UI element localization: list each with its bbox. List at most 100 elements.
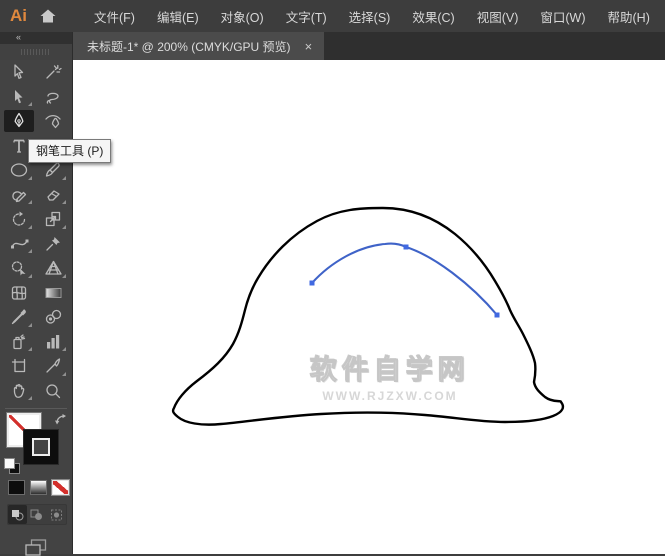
bar-chart-icon	[47, 334, 60, 349]
workspace-switcher[interactable]	[661, 8, 665, 24]
ellipse-icon	[10, 163, 28, 177]
document-tab-bar: 未标题-1* @ 200% (CMYK/GPU 预览) ×	[73, 32, 665, 60]
collapse-arrows-icon: «	[16, 32, 23, 42]
eraser-tool[interactable]	[36, 183, 70, 208]
tab-close-icon[interactable]: ×	[305, 40, 313, 53]
shape-builder-icon	[11, 261, 25, 276]
puppet-warp-tool[interactable]	[36, 232, 70, 257]
draw-behind-icon	[30, 509, 43, 520]
magnifier-icon	[46, 384, 61, 398]
gradient-tool[interactable]	[36, 281, 70, 306]
symbol-sprayer-tool[interactable]	[2, 330, 36, 355]
drawing-mode-buttons	[7, 504, 67, 525]
panel-collapse-button[interactable]: «	[0, 32, 72, 44]
paintbrush-icon	[45, 162, 60, 177]
hand-tool[interactable]	[2, 379, 36, 404]
magic-wand-tool[interactable]	[36, 60, 70, 85]
anchor-point-left[interactable]	[309, 280, 315, 286]
fill-stroke-group	[0, 412, 72, 476]
helmet-outline-path[interactable]	[171, 206, 565, 426]
menu-edit[interactable]: 编辑(E)	[146, 1, 210, 32]
menu-type[interactable]: 文字(T)	[275, 1, 338, 32]
curvature-tool[interactable]	[36, 109, 70, 134]
lasso-icon	[46, 92, 59, 104]
work-area: 未标题-1* @ 200% (CMYK/GPU 预览) × 软件自学网 WWW.…	[73, 32, 665, 554]
menu-bar: Ai 文件(F) 编辑(E) 对象(O) 文字(T) 选择(S) 效果(C) 视…	[0, 0, 665, 32]
pen-tool[interactable]	[2, 109, 36, 134]
scale-icon	[45, 212, 61, 227]
anchor-point-right[interactable]	[494, 312, 500, 318]
lasso-tool[interactable]	[36, 85, 70, 110]
slice-tool[interactable]	[36, 354, 70, 379]
document-tab-title: 未标题-1* @ 200% (CMYK/GPU 预览)	[87, 39, 291, 54]
symbol-sprayer-icon	[13, 334, 26, 349]
menu-object[interactable]: 对象(O)	[210, 1, 275, 32]
menu-file[interactable]: 文件(F)	[83, 1, 146, 32]
default-fill-stroke-icon[interactable]	[4, 458, 20, 474]
home-button[interactable]	[39, 6, 57, 26]
stroke-swatch-hole	[32, 438, 50, 456]
menu-items: 文件(F) 编辑(E) 对象(O) 文字(T) 选择(S) 效果(C) 视图(V…	[83, 1, 661, 32]
anchor-point-top[interactable]	[403, 244, 409, 250]
eyedropper-tool[interactable]	[2, 305, 36, 330]
rotate-icon	[12, 211, 26, 226]
curvature-pen-icon	[44, 115, 61, 129]
eyedropper-icon	[11, 309, 26, 325]
pen-icon	[14, 113, 24, 128]
draw-behind-mode[interactable]	[27, 505, 46, 524]
draw-normal-mode[interactable]	[8, 505, 28, 524]
pencil-tool[interactable]	[2, 183, 36, 208]
selection-tool[interactable]	[2, 60, 36, 85]
document-tab[interactable]: 未标题-1* @ 200% (CMYK/GPU 预览) ×	[73, 32, 325, 60]
eraser-icon	[47, 190, 60, 201]
pencil-icon	[12, 190, 27, 202]
stroke-swatch-black[interactable]	[23, 429, 59, 465]
width-tool[interactable]	[2, 232, 36, 257]
illustrator-window: Ai 文件(F) 编辑(E) 对象(O) 文字(T) 选择(S) 效果(C) 视…	[0, 0, 665, 556]
knife-icon	[46, 358, 61, 373]
draw-normal-icon	[12, 509, 24, 520]
none-button[interactable]	[51, 479, 70, 496]
hand-icon	[13, 383, 25, 398]
column-graph-tool[interactable]	[36, 330, 70, 355]
mesh-icon	[11, 286, 27, 300]
artboard-canvas[interactable]: 软件自学网 WWW.RJZXW.COM	[73, 60, 665, 554]
tools-panel: «	[0, 32, 73, 556]
draw-inside-icon	[50, 509, 62, 520]
selection-arrow-icon	[14, 64, 24, 80]
draw-inside-mode[interactable]	[47, 505, 66, 524]
perspective-grid-tool[interactable]	[36, 256, 70, 281]
type-icon	[13, 139, 25, 153]
mesh-tool[interactable]	[2, 281, 36, 306]
color-button[interactable]	[8, 480, 25, 495]
artboard-tool[interactable]	[2, 354, 36, 379]
pen-path-segment[interactable]	[310, 242, 499, 317]
menu-view[interactable]: 视图(V)	[466, 1, 530, 32]
menu-window[interactable]: 窗口(W)	[529, 1, 596, 32]
menu-help[interactable]: 帮助(H)	[597, 1, 661, 32]
perspective-grid-icon	[44, 261, 62, 275]
pen-tool-tooltip: 钢笔工具 (P)	[28, 139, 112, 163]
gradient-icon	[45, 287, 61, 298]
screen-mode-button[interactable]	[0, 539, 72, 556]
paint-type-buttons	[0, 479, 72, 496]
mini-fill-square	[4, 458, 15, 469]
app-logo[interactable]: Ai	[10, 6, 27, 26]
direct-selection-arrow-icon	[15, 89, 23, 104]
direct-selection-tool[interactable]	[2, 85, 36, 110]
blend-tool[interactable]	[36, 305, 70, 330]
panel-grip[interactable]	[0, 44, 72, 60]
menu-effect[interactable]: 效果(C)	[401, 1, 465, 32]
pushpin-icon	[46, 236, 60, 251]
magic-wand-icon	[46, 65, 62, 79]
menu-select[interactable]: 选择(S)	[338, 1, 402, 32]
artboard-icon	[11, 359, 26, 373]
zoom-tool[interactable]	[36, 379, 70, 404]
scale-tool[interactable]	[36, 207, 70, 232]
swap-fill-stroke-icon[interactable]	[54, 413, 68, 426]
rotate-tool[interactable]	[2, 207, 36, 232]
shape-builder-tool[interactable]	[2, 256, 36, 281]
grip-dots-icon	[21, 49, 51, 55]
gradient-button[interactable]	[30, 480, 47, 495]
toolbar-divider	[5, 408, 67, 409]
